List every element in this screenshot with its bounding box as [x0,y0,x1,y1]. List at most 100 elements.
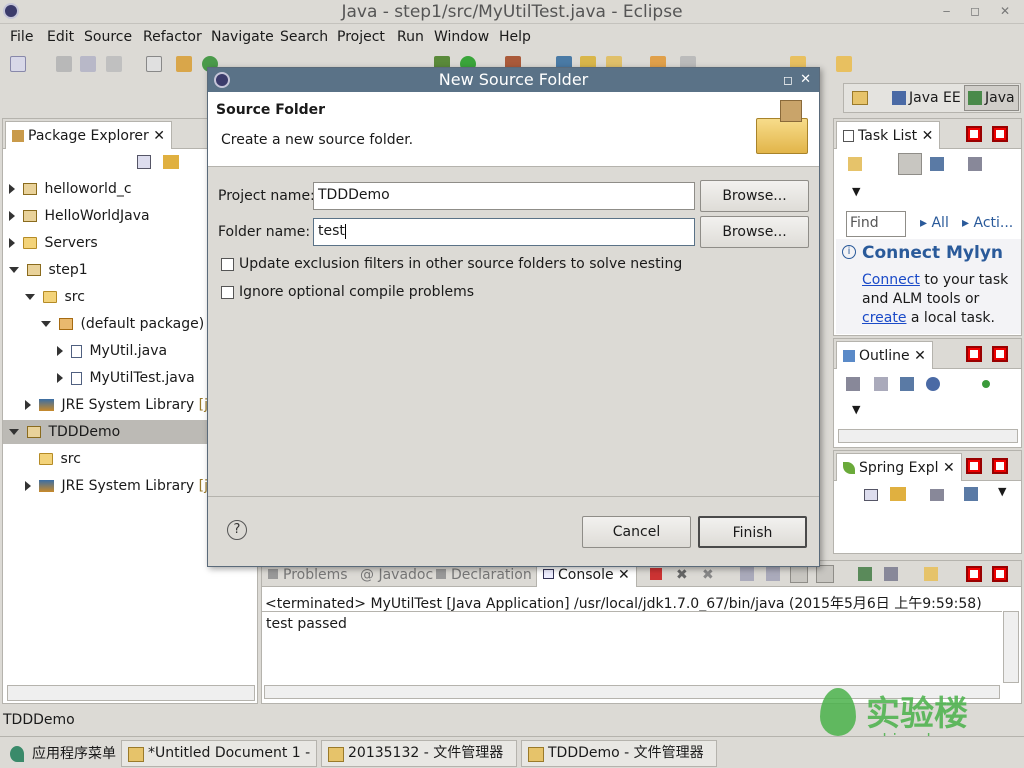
new-console-icon[interactable] [884,567,898,581]
hide-static-icon[interactable] [926,377,940,391]
menu-source[interactable]: Source [84,29,132,45]
maximize-icon[interactable] [992,566,1008,582]
horizontal-scrollbar[interactable] [838,429,1018,443]
update-exclusion-checkbox[interactable] [221,258,234,271]
hide-fields-icon[interactable] [874,377,888,391]
perspective-javaee[interactable]: Java EE [892,90,961,106]
collapse-arrow-icon[interactable] [25,294,35,300]
project-name-field[interactable]: TDDDemo [313,182,695,210]
folder-name-field[interactable]: test [313,218,695,246]
collapse-arrow-icon[interactable] [9,267,19,273]
terminate-icon[interactable] [650,568,662,580]
menu-run[interactable]: Run [397,29,424,45]
binary-icon[interactable] [146,56,162,72]
tab-problems[interactable]: Problems [268,567,348,583]
ignore-problems-checkbox[interactable] [221,286,234,299]
collapse-all-icon[interactable] [864,489,878,501]
view-menu-icon[interactable]: ▼ [998,485,1006,498]
console-output[interactable]: test passed [262,611,1002,683]
save-all-icon[interactable] [80,56,96,72]
save-icon[interactable] [56,56,72,72]
forward-icon[interactable] [836,56,852,72]
close-icon[interactable]: ✕ [914,348,926,364]
sort-icon[interactable] [846,377,860,391]
menu-window[interactable]: Window [434,29,489,45]
filter-all[interactable]: ▸ All [920,215,949,231]
tab-outline[interactable]: Outline ✕ [836,341,933,369]
expand-arrow-icon[interactable] [25,481,31,491]
expand-arrow-icon[interactable] [9,211,15,221]
minimize-icon[interactable] [966,566,982,582]
tab-spring-explorer[interactable]: Spring Expl ✕ [836,453,962,481]
cancel-button[interactable]: Cancel [582,516,691,548]
horizontal-scrollbar[interactable] [7,685,255,701]
menu-navigate[interactable]: Navigate [211,29,274,45]
filter-icon[interactable] [930,489,944,501]
expand-arrow-icon[interactable] [9,184,15,194]
link-editor-icon[interactable] [890,487,906,501]
console-menu-icon[interactable] [924,567,938,581]
new-icon[interactable] [10,56,26,72]
expand-arrow-icon[interactable] [57,346,63,356]
pin-console-icon[interactable] [790,565,808,583]
new-package-icon[interactable] [176,56,192,72]
view-menu-icon[interactable]: ▼ [852,185,860,198]
menu-search[interactable]: Search [280,29,328,45]
scheduled-icon[interactable] [930,157,944,171]
window-controls[interactable]: ‒ ◻ ✕ [943,4,1018,18]
menu-file[interactable]: File [10,29,33,45]
taskbar-item-filemanager-2[interactable]: TDDDemo - 文件管理器 [521,740,717,767]
maximize-icon[interactable] [992,458,1008,474]
categorized-icon[interactable] [898,153,922,175]
alpha-sort-icon[interactable] [964,487,978,501]
finish-button[interactable]: Finish [698,516,807,548]
taskbar-item-filemanager-1[interactable]: 20135132 - 文件管理器 [321,740,517,767]
open-perspective-icon[interactable] [852,91,868,105]
tab-declaration[interactable]: Declaration [436,567,532,583]
print-icon[interactable] [106,56,122,72]
close-icon[interactable]: ✕ [943,460,955,476]
hide-nonpublic-icon[interactable] [982,380,990,388]
connect-link[interactable]: Connect [862,272,920,288]
new-task-icon[interactable] [848,157,862,171]
taskbar-item-editor[interactable]: *Untitled Document 1 - ... [121,740,317,767]
display-console-icon[interactable] [816,565,834,583]
close-icon[interactable]: ✕ [153,128,165,144]
maximize-icon[interactable] [992,346,1008,362]
remove-all-icon[interactable]: ✖ [702,567,714,583]
open-console-icon[interactable] [858,567,872,581]
start-menu[interactable]: 应用程序菜单 [8,741,116,767]
menu-project[interactable]: Project [337,29,385,45]
expand-arrow-icon[interactable] [25,400,31,410]
clear-console-icon[interactable] [740,567,754,581]
browse-folder-button[interactable]: Browse... [700,216,809,248]
expand-arrow-icon[interactable] [9,238,15,248]
close-icon[interactable]: ✕ [618,567,630,583]
close-icon[interactable]: ✕ [922,128,934,144]
alpha-sort-icon[interactable] [900,377,914,391]
minimize-icon[interactable] [966,458,982,474]
minimize-icon[interactable] [966,346,982,362]
tab-javadoc[interactable]: @ Javadoc [360,567,433,583]
perspective-java[interactable]: Java [964,85,1019,111]
tab-task-list[interactable]: Task List ✕ [836,121,941,149]
focus-icon[interactable] [968,157,982,171]
filter-active[interactable]: ▸ Acti... [962,215,1013,231]
dialog-close-icon[interactable]: ✕ [800,68,811,92]
tab-package-explorer[interactable]: Package Explorer ✕ [5,121,172,149]
link-editor-icon[interactable] [163,155,179,169]
vertical-scrollbar[interactable] [1003,611,1019,683]
browse-project-button[interactable]: Browse... [700,180,809,212]
view-menu-icon[interactable]: ▼ [852,403,860,416]
maximize-icon[interactable] [992,126,1008,142]
remove-launch-icon[interactable]: ✖ [676,567,688,583]
menu-help[interactable]: Help [499,29,531,45]
minimize-icon[interactable] [966,126,982,142]
help-icon[interactable]: ? [227,520,247,540]
menu-refactor[interactable]: Refactor [143,29,202,45]
collapse-arrow-icon[interactable] [9,429,19,435]
expand-arrow-icon[interactable] [57,373,63,383]
find-input[interactable]: Find [846,211,906,237]
collapse-all-icon[interactable] [137,155,151,169]
scroll-lock-icon[interactable] [766,567,780,581]
